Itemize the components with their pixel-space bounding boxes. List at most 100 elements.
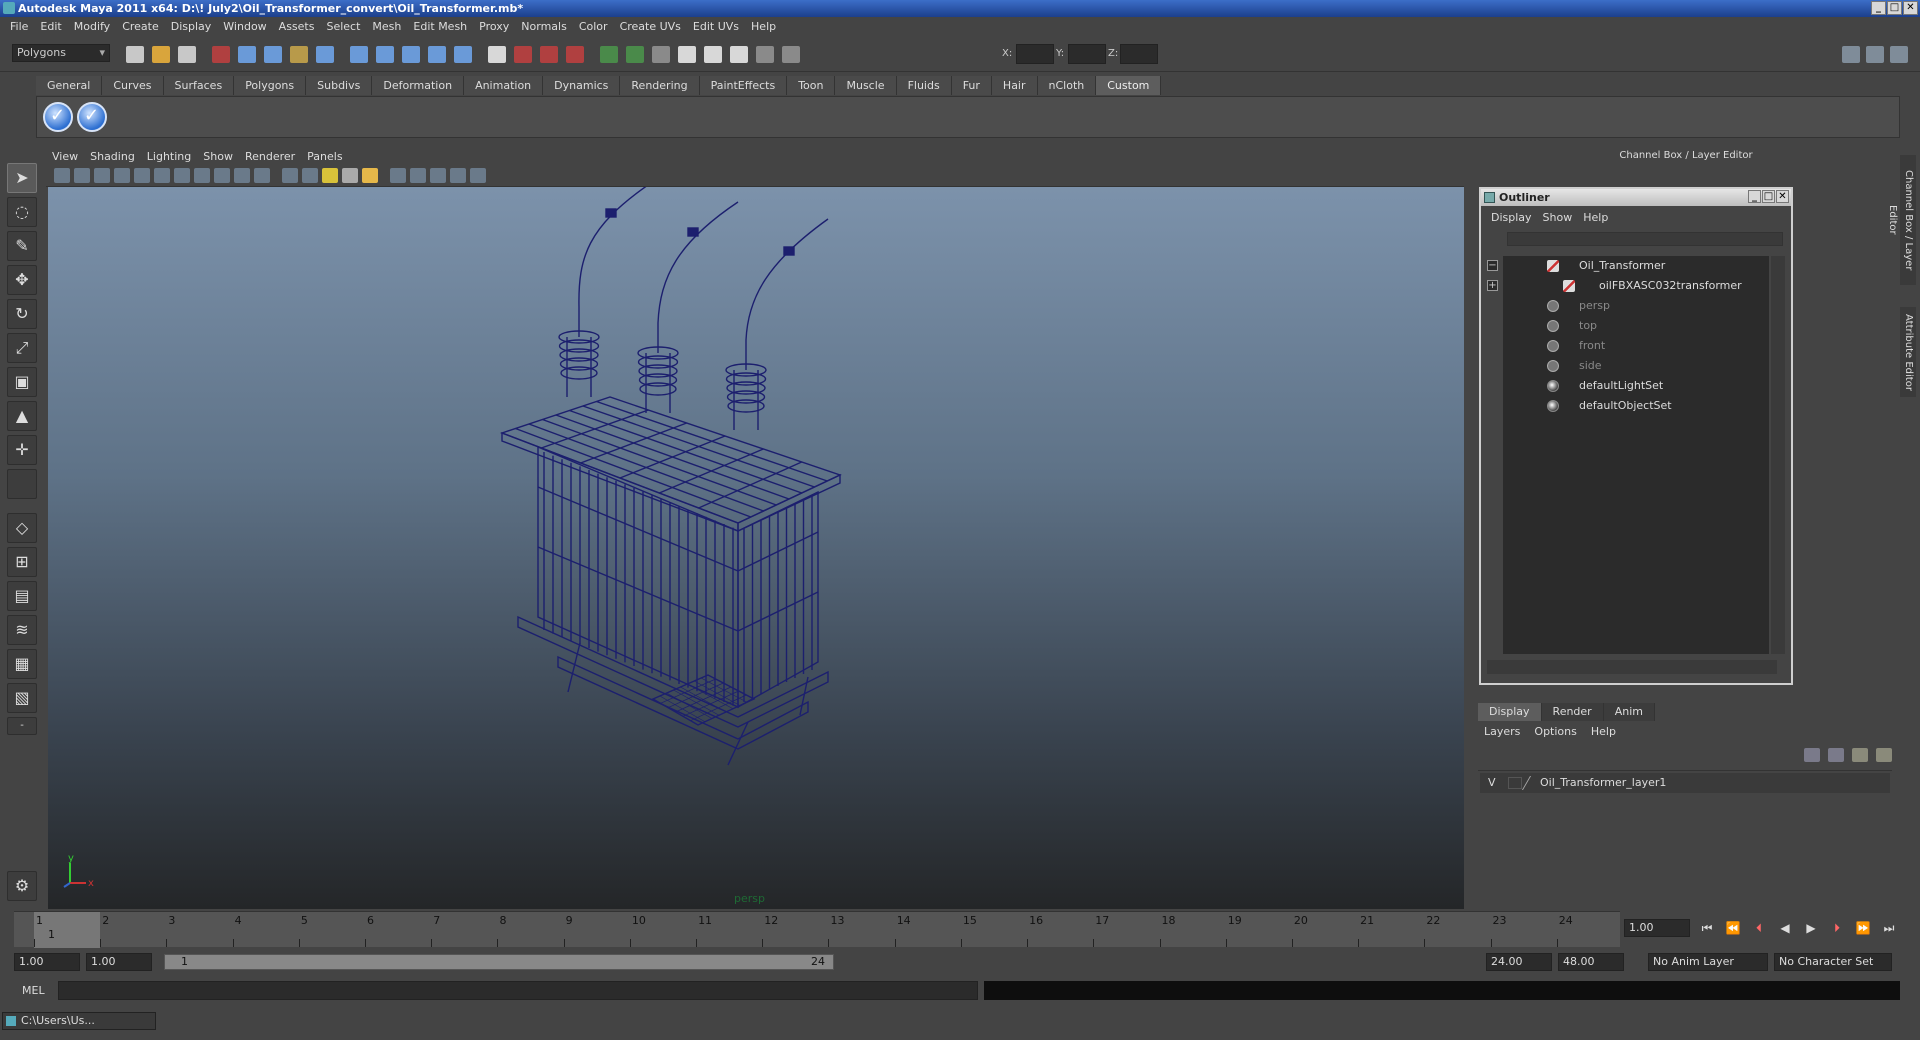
render-settings-icon[interactable] xyxy=(652,46,670,63)
outliner-item-front[interactable]: front xyxy=(1503,336,1769,356)
menu-display[interactable]: Display xyxy=(165,20,218,33)
outliner-item-oilfbx-transformer[interactable]: + oilFBXASC032transformer xyxy=(1487,276,1769,296)
outliner-menu-display[interactable]: Display xyxy=(1487,211,1539,224)
minimize-button[interactable]: _ xyxy=(1871,1,1886,15)
outliner-title-bar[interactable]: Outliner _ □ ✕ xyxy=(1481,189,1791,206)
menu-window[interactable]: Window xyxy=(217,20,272,33)
make-live-icon[interactable] xyxy=(454,46,472,63)
hypershade-layout-icon[interactable]: ▦ xyxy=(7,649,37,679)
gate-mask-icon[interactable] xyxy=(194,168,210,183)
render-frame-icon[interactable] xyxy=(600,46,618,63)
animation-end-field[interactable]: 48.00 xyxy=(1558,953,1624,971)
persp-graph-hypergraph-layout-icon[interactable]: ▧ xyxy=(7,683,37,713)
show-manipulator-icon[interactable]: ✛ xyxy=(7,435,37,465)
viewport-menu-panels[interactable]: Panels xyxy=(301,150,348,163)
universal-manipulator-icon[interactable]: ▣ xyxy=(7,367,37,397)
menu-normals[interactable]: Normals xyxy=(515,20,573,33)
menu-color[interactable]: Color xyxy=(573,20,614,33)
outliner-menu-help[interactable]: Help xyxy=(1579,211,1615,224)
create-layer-from-selected-icon[interactable] xyxy=(1876,748,1892,762)
time-slider[interactable]: 1 1 2 3 4 5 6 7 8 9 10 11 12 13 14 15 16 17 18 19 20 21 22 23 2… xyxy=(14,911,1620,948)
move-tool-icon[interactable]: ✥ xyxy=(7,265,37,295)
construction-history-icon[interactable] xyxy=(566,46,584,63)
shelf-tab-polygons[interactable]: Polygons xyxy=(234,76,307,95)
textured-icon[interactable] xyxy=(342,168,358,183)
isolate-select-icon[interactable] xyxy=(410,168,426,183)
menu-file[interactable]: File xyxy=(4,20,34,33)
maximize-button[interactable]: □ xyxy=(1887,1,1902,15)
layer-tab-anim[interactable]: Anim xyxy=(1603,703,1655,721)
outliner-filter-input[interactable] xyxy=(1507,232,1783,246)
playback-start-field[interactable]: 1.00 xyxy=(86,953,152,971)
layer-tab-display[interactable]: Display xyxy=(1478,703,1542,721)
save-scene-icon[interactable] xyxy=(178,46,196,63)
custom-shelf-check-icon-1[interactable] xyxy=(43,102,73,132)
attribute-editor-vertical-tab[interactable]: Attribute Editor xyxy=(1900,307,1916,397)
create-empty-layer-icon[interactable] xyxy=(1852,748,1868,762)
film-gate-icon[interactable] xyxy=(154,168,170,183)
toggle-panel-3-icon[interactable] xyxy=(782,46,800,63)
layout-options-icon[interactable]: - xyxy=(7,717,37,735)
image-plane-icon[interactable] xyxy=(114,168,130,183)
safe-title-icon[interactable] xyxy=(254,168,270,183)
show-hypershade-icon[interactable] xyxy=(678,46,696,63)
perspective-viewport[interactable]: y x persp xyxy=(48,187,1464,909)
toggle-panel-1-icon[interactable] xyxy=(730,46,748,63)
move-layer-down-icon[interactable] xyxy=(1828,748,1844,762)
step-forward-frame-icon[interactable]: ⏩ xyxy=(1854,921,1872,937)
open-scene-icon[interactable] xyxy=(152,46,170,63)
soft-modification-icon[interactable]: ▲ xyxy=(7,401,37,431)
playback-end-field[interactable]: 24.00 xyxy=(1486,953,1552,971)
move-layer-up-icon[interactable] xyxy=(1804,748,1820,762)
wireframe-icon[interactable] xyxy=(282,168,298,183)
play-backwards-icon[interactable]: ◀ xyxy=(1776,921,1794,937)
menu-select[interactable]: Select xyxy=(320,20,366,33)
channel-box-vertical-tab[interactable]: Channel Box / Layer Editor xyxy=(1887,155,1916,285)
outliner-menu-show[interactable]: Show xyxy=(1539,211,1580,224)
xray-icon[interactable] xyxy=(430,168,446,183)
safe-action-icon[interactable] xyxy=(234,168,250,183)
shelf-tab-curves[interactable]: Curves xyxy=(102,76,164,95)
outliner-item-side[interactable]: side xyxy=(1503,356,1769,376)
go-to-end-icon[interactable]: ⏭ xyxy=(1880,921,1898,937)
select-tool-icon[interactable]: ➤ xyxy=(7,163,37,193)
highlight-selection-icon[interactable] xyxy=(316,46,334,63)
menu-edit-uvs[interactable]: Edit UVs xyxy=(687,20,745,33)
select-hierarchy-icon[interactable] xyxy=(212,46,230,63)
menu-create[interactable]: Create xyxy=(116,20,165,33)
rotate-tool-icon[interactable]: ↻ xyxy=(7,299,37,329)
snap-curve-icon[interactable] xyxy=(376,46,394,63)
output-ops-icon[interactable] xyxy=(540,46,558,63)
step-back-frame-icon[interactable]: ⏪ xyxy=(1724,921,1742,937)
select-object-icon[interactable] xyxy=(238,46,256,63)
xray-components-icon[interactable] xyxy=(470,168,486,183)
four-view-layout-icon[interactable]: ⊞ xyxy=(7,547,37,577)
shadows-icon[interactable] xyxy=(390,168,406,183)
shelf-tab-dynamics[interactable]: Dynamics xyxy=(543,76,621,95)
smooth-shade-icon[interactable] xyxy=(302,168,318,183)
camera-attributes-icon[interactable] xyxy=(74,168,90,183)
go-to-start-icon[interactable]: ⏮ xyxy=(1698,921,1716,937)
step-back-key-icon[interactable]: ⏴ xyxy=(1750,921,1768,937)
viewport-menu-view[interactable]: View xyxy=(46,150,84,163)
menu-edit[interactable]: Edit xyxy=(34,20,67,33)
z-field[interactable] xyxy=(1120,44,1158,64)
outliner-horizontal-scrollbar[interactable] xyxy=(1487,660,1777,674)
outliner-item-persp[interactable]: persp xyxy=(1503,296,1769,316)
shelf-tab-fur[interactable]: Fur xyxy=(951,76,992,95)
script-editor-icon[interactable]: ⚙ xyxy=(7,871,37,901)
paint-select-tool-icon[interactable]: ✎ xyxy=(7,231,37,261)
current-frame-field[interactable]: 1.00 xyxy=(1624,919,1690,937)
shelf-tab-painteffects[interactable]: PaintEffects xyxy=(699,76,788,95)
toggle-panel-2-icon[interactable] xyxy=(756,46,774,63)
outliner-close-button[interactable]: ✕ xyxy=(1776,190,1789,203)
resolution-gate-icon[interactable] xyxy=(174,168,190,183)
viewport-menu-show[interactable]: Show xyxy=(197,150,239,163)
menu-help[interactable]: Help xyxy=(745,20,782,33)
last-tool-icon[interactable] xyxy=(7,469,37,499)
persp-outliner-layout-icon[interactable]: ▤ xyxy=(7,581,37,611)
field-chart-icon[interactable] xyxy=(214,168,230,183)
shelf-tab-rendering[interactable]: Rendering xyxy=(620,76,700,95)
single-perspective-layout-icon[interactable]: ◇ xyxy=(7,513,37,543)
y-field[interactable] xyxy=(1068,44,1106,64)
